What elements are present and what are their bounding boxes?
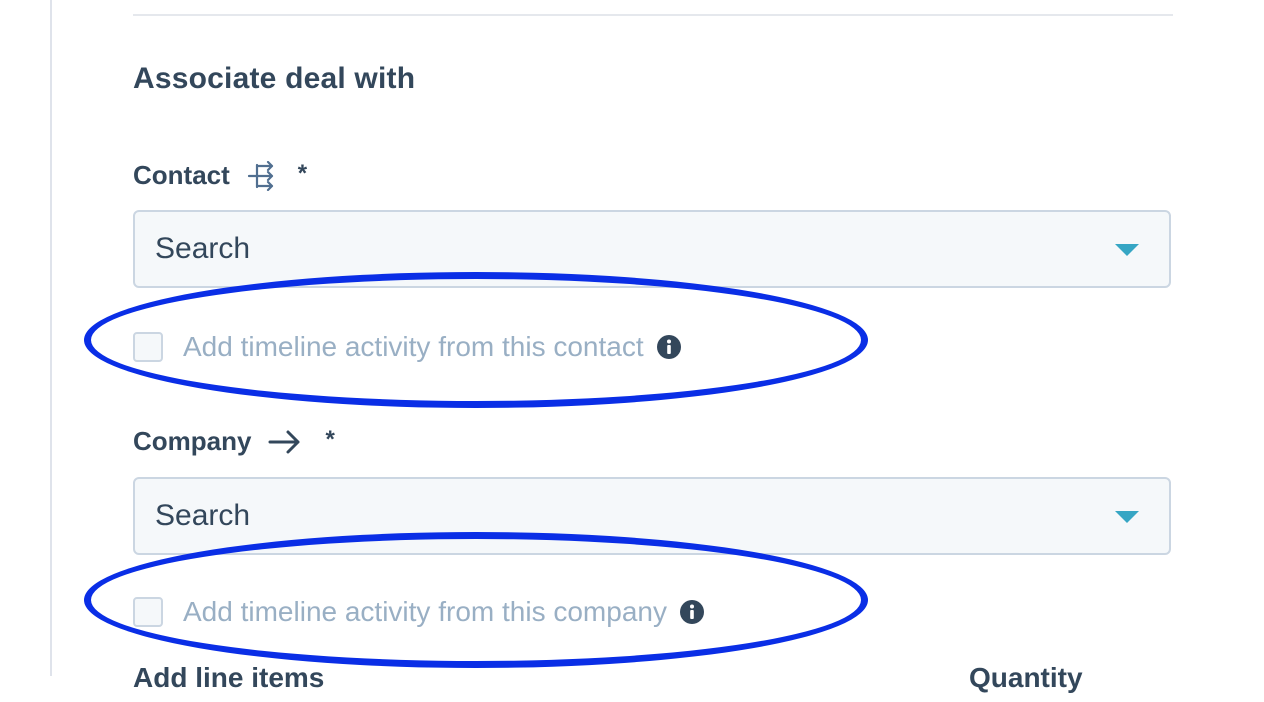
company-search-select[interactable]: Search <box>133 477 1171 555</box>
contact-label-text: Contact <box>133 160 230 190</box>
section-divider <box>133 14 1173 16</box>
associate-tree-icon[interactable] <box>246 160 276 191</box>
contact-search-select[interactable]: Search <box>133 210 1171 288</box>
required-asterisk: * <box>325 425 335 453</box>
company-select-placeholder: Search <box>155 499 251 532</box>
contact-field-label: Contact * <box>133 160 307 191</box>
company-timeline-label[interactable]: Add timeline activity from this company <box>183 596 667 628</box>
arrow-right-icon[interactable] <box>267 427 303 457</box>
contact-select-placeholder: Search <box>155 232 251 265</box>
company-timeline-option: Add timeline activity from this company <box>133 596 705 628</box>
contact-timeline-label[interactable]: Add timeline activity from this contact <box>183 331 644 363</box>
panel-left-border <box>50 0 52 676</box>
company-timeline-checkbox[interactable] <box>133 597 163 627</box>
required-asterisk: * <box>297 159 308 187</box>
line-items-label: Add line items <box>133 662 325 693</box>
contact-timeline-checkbox[interactable] <box>133 332 163 362</box>
line-items-row: Add line items Quantity <box>133 662 1173 702</box>
company-field-label: Company * <box>133 426 335 457</box>
caret-down-icon <box>1115 244 1139 256</box>
contact-timeline-option: Add timeline activity from this contact <box>133 331 682 363</box>
info-icon[interactable] <box>679 599 705 625</box>
quantity-label: Quantity <box>969 662 1083 693</box>
caret-down-icon <box>1115 511 1139 523</box>
section-heading: Associate deal with <box>133 62 416 95</box>
info-icon[interactable] <box>656 334 682 360</box>
company-label-text: Company <box>133 426 252 456</box>
